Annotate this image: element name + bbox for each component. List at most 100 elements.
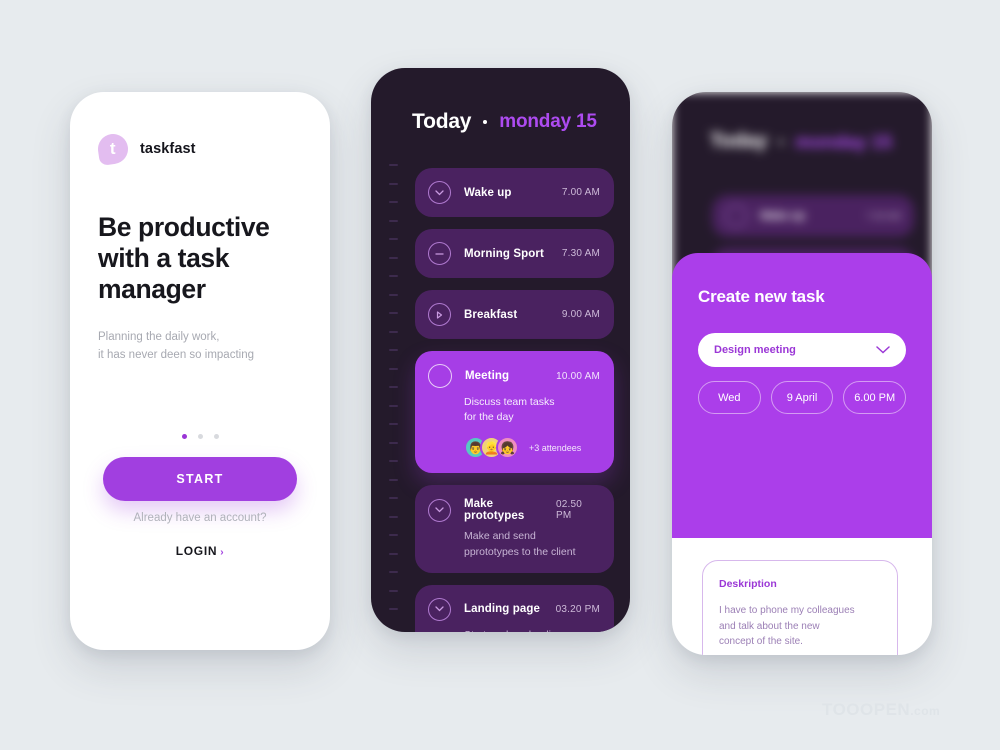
task-time: 02.50 PM (556, 499, 583, 522)
task-time: 7.00 AM (561, 187, 600, 198)
ruler-tick (389, 608, 398, 610)
chevron-down-icon[interactable] (876, 341, 890, 359)
ruler-tick (389, 460, 398, 462)
ruler-tick (389, 275, 398, 277)
task-title: Landing page (464, 603, 540, 616)
today-date[interactable]: monday 15 (499, 111, 597, 133)
ruler-tick (389, 441, 398, 444)
watermark: TOOOPEN.com (822, 700, 940, 720)
blurred-task-row: Wake up 7.00 AM (712, 195, 914, 237)
logo-letter: t (110, 139, 116, 159)
create-task-content: Today monday 15 Wake up 7.00 AM Create n… (672, 92, 932, 655)
task-header: Meeting 10.00 AM (428, 364, 600, 388)
task-description-line-2: for the day (464, 411, 514, 424)
description-line-1: I have to phone my colleagues (719, 605, 855, 616)
avatar: 👧 (496, 436, 519, 460)
watermark-main: TOOOPEN (822, 700, 911, 719)
task-title: Morning Sport (464, 247, 544, 260)
task-row[interactable]: Wake up 7.00 AM (415, 168, 614, 217)
task-time: 03.20 PM (555, 603, 600, 615)
today-title: Today (412, 110, 472, 133)
blurred-task-title: Wake up (760, 210, 805, 222)
task-description-line-1: Start work on landing (464, 628, 600, 632)
task-time: 9.00 AM (561, 309, 600, 320)
description-line-2: and talk about the new (719, 620, 820, 632)
task-header: Breakfast 9.00 AM (428, 303, 600, 326)
task-list: Wake up 7.00 AM Morning Sport 7.30 AM Br… (415, 168, 614, 632)
page-title: Be productive with a task manager (98, 212, 270, 304)
create-task-sheet: Create new task Design meeting Wed 9 Apr… (672, 253, 932, 538)
task-description: Make and send pprototypes to the client (464, 529, 600, 559)
task-row-highlighted[interactable]: Meeting 10.00 AM Discuss team tasks for … (415, 351, 614, 474)
ruler-tick (389, 404, 398, 407)
pagination-dots[interactable] (70, 434, 330, 439)
phone-screen-create-task: Today monday 15 Wake up 7.00 AM Create n… (672, 92, 932, 655)
task-description-line-2: pprototypes to the client (464, 545, 576, 558)
task-header: Morning Sport 7.30 AM (428, 242, 600, 265)
brand: t taskfast (96, 132, 302, 166)
ruler-tick (389, 534, 398, 536)
phone-screen-onboarding: t taskfast Be productive with a task man… (70, 92, 330, 650)
task-row[interactable]: Morning Sport 7.30 AM (415, 229, 614, 278)
timeline-ruler (389, 164, 399, 610)
ruler-tick (389, 552, 398, 555)
pagination-dot-3[interactable] (213, 434, 219, 439)
task-row[interactable]: Landing page 03.20 PM Start work on land… (415, 584, 614, 632)
task-title: Breakfast (464, 308, 518, 321)
blurred-header: Today monday 15 (672, 92, 932, 153)
blurred-task-icon (725, 205, 747, 227)
attendees-count-label: +3 attendees (529, 442, 582, 453)
task-title: Wake up (464, 186, 512, 199)
ruler-tick (389, 423, 398, 425)
ruler-tick (389, 219, 398, 222)
onboarding-content: t taskfast Be productive with a task man… (70, 92, 330, 650)
ruler-tick (389, 497, 398, 499)
task-header: Wake up 7.00 AM (428, 181, 600, 204)
blurred-today-title: Today (710, 130, 768, 152)
today-content: Today monday 15 Wake up 7.00 AM Morning … (371, 68, 630, 632)
blurred-separator-dot (779, 139, 784, 144)
task-header: Landing page 03.20 PM (428, 597, 600, 621)
ruler-tick (389, 201, 398, 203)
task-row[interactable]: Breakfast 9.00 AM (415, 290, 614, 339)
description-line-3: concept of the site. (719, 636, 803, 647)
pagination-dot-1[interactable] (181, 434, 187, 439)
chip-time[interactable]: 6.00 PM (843, 381, 907, 414)
pagination-dot-2[interactable] (197, 434, 203, 439)
login-link[interactable]: LOGIN › (70, 544, 330, 558)
attendees-group[interactable]: 👨 👱 👧 +3 attendees (464, 436, 600, 460)
description-text: I have to phone my colleagues and talk a… (719, 603, 881, 650)
watermark-suffix: .com (910, 704, 941, 718)
minus-icon[interactable] (428, 242, 451, 265)
play-icon[interactable] (428, 303, 451, 326)
ruler-tick (389, 571, 398, 573)
ruler-tick (389, 330, 398, 333)
ruler-tick (389, 515, 398, 518)
task-type-select[interactable]: Design meeting (698, 333, 906, 367)
task-title: Meeting (465, 370, 510, 382)
ruler-tick (389, 182, 398, 185)
ruler-tick (389, 238, 398, 240)
chevron-down-icon[interactable] (428, 597, 451, 621)
blurred-task-time: 7.00 AM (866, 210, 901, 222)
description-field[interactable]: Deskription I have to phone my colleague… (702, 560, 898, 655)
chevron-down-icon[interactable] (428, 498, 451, 522)
chip-weekday[interactable]: Wed (698, 381, 761, 414)
header-separator-dot (483, 120, 488, 124)
task-description: Start work on landing page for sales (464, 628, 600, 632)
task-row[interactable]: Make prototypes 02.50 PM Make and send p… (415, 485, 614, 573)
chip-date[interactable]: 9 April (770, 381, 834, 414)
ruler-tick (389, 386, 398, 388)
task-description: Discuss team tasks for the day (464, 395, 600, 425)
start-button[interactable]: START (103, 457, 297, 501)
empty-circle-icon[interactable] (428, 364, 452, 388)
taskfast-logo-icon: t (96, 132, 130, 166)
task-description-line-1: Make and send (464, 530, 536, 543)
ruler-tick (389, 164, 398, 166)
task-type-value: Design meeting (714, 344, 796, 356)
task-time: 10.00 AM (556, 370, 600, 382)
chevron-right-icon: › (220, 547, 225, 558)
chevron-down-icon[interactable] (428, 181, 451, 204)
phone-screen-today: Today monday 15 Wake up 7.00 AM Morning … (371, 68, 630, 632)
ruler-tick (389, 312, 398, 314)
